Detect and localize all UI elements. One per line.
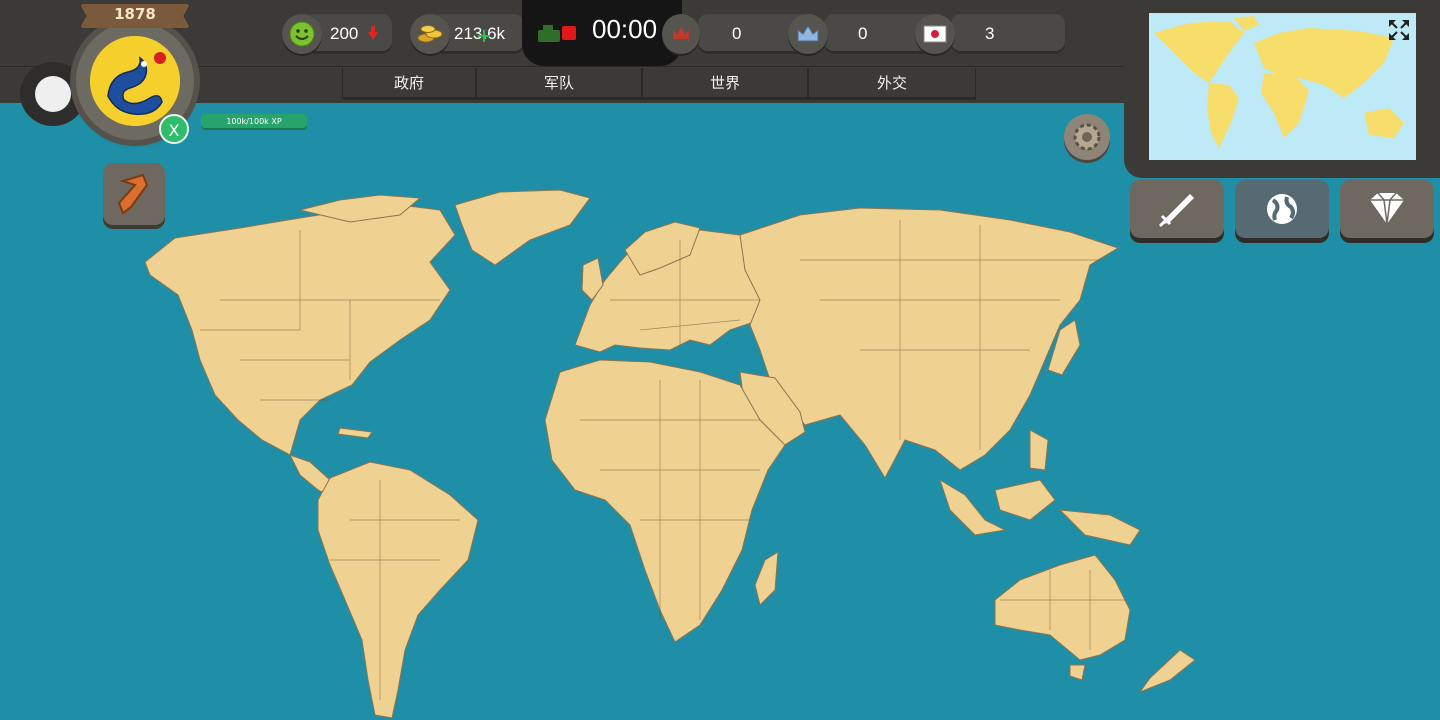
greenland[interactable] <box>454 189 591 266</box>
japan-flag-icon <box>915 14 955 54</box>
gear-icon <box>1073 123 1101 151</box>
minimap[interactable] <box>1149 13 1416 160</box>
nation-emblem[interactable] <box>90 36 180 126</box>
scroll-icon <box>117 173 149 215</box>
smiley-icon <box>282 14 322 54</box>
expand-icon[interactable] <box>1389 20 1409 40</box>
south-america[interactable] <box>317 461 479 719</box>
globe-icon <box>1267 194 1297 224</box>
premium-button[interactable] <box>1340 180 1434 238</box>
world-button[interactable] <box>1235 180 1329 238</box>
player-badge[interactable]: X <box>159 114 189 144</box>
toggle-knob[interactable] <box>35 76 71 112</box>
diplomacy-pill <box>951 14 1065 54</box>
game-timer: 00:00 <box>522 0 682 66</box>
dragon-flag-icon <box>90 36 180 126</box>
red-alliance-value: 0 <box>732 24 742 43</box>
xp-text: 100k/100k XP <box>226 117 282 126</box>
current-year: 1878 <box>114 5 156 23</box>
blue-alliance-value: 0 <box>858 24 868 43</box>
red-crown-icon <box>662 14 700 54</box>
diplomacy-value: 3 <box>985 24 995 43</box>
tab-world[interactable]: 世界 <box>642 68 808 100</box>
minimap-world <box>1154 16 1404 148</box>
trend-up-icon <box>478 30 490 42</box>
coins-icon <box>410 14 450 54</box>
scroll-button[interactable] <box>103 163 165 225</box>
diamond-icon <box>1370 192 1404 225</box>
timer-text: 00:00 <box>592 14 658 44</box>
settings-button[interactable] <box>1064 114 1110 160</box>
africa[interactable] <box>544 359 786 643</box>
tab-government[interactable]: 政府 <box>342 68 476 100</box>
tab-army[interactable]: 军队 <box>476 68 642 100</box>
war-button[interactable] <box>1130 180 1224 238</box>
australia[interactable] <box>994 554 1131 661</box>
tab-diplomacy[interactable]: 外交 <box>808 68 976 100</box>
happiness-value: 200 <box>330 24 359 43</box>
tank-icon <box>538 25 576 42</box>
sword-icon <box>1158 194 1194 228</box>
trend-down-icon <box>368 26 378 40</box>
blue-crown-icon <box>788 14 828 54</box>
